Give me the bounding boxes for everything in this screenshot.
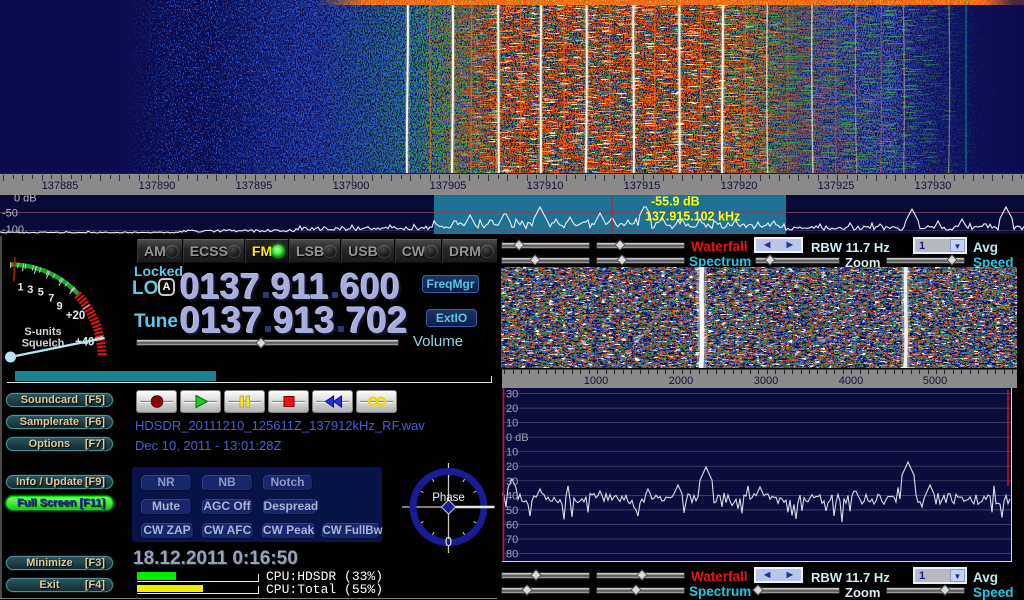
svg-text:70: 70 (506, 534, 518, 546)
svg-text:137.915.102 kHz: 137.915.102 kHz (645, 210, 740, 224)
svg-text:30: 30 (506, 389, 518, 401)
svg-text:0: 0 (445, 535, 452, 549)
svg-text:9: 9 (57, 300, 63, 312)
svg-text:20: 20 (506, 461, 518, 473)
svg-text:0 dB: 0 dB (506, 432, 529, 444)
svg-text:20: 20 (506, 403, 518, 415)
svg-text:-100: -100 (2, 224, 24, 234)
svg-text:Squelch: Squelch (22, 338, 65, 350)
svg-text:3: 3 (27, 284, 33, 296)
svg-text:10: 10 (506, 418, 518, 430)
svg-text:60: 60 (506, 520, 518, 532)
svg-text:30: 30 (506, 476, 518, 488)
svg-text:-50: -50 (2, 208, 18, 220)
svg-text:7: 7 (48, 293, 54, 305)
svg-text:-55.9 dB: -55.9 dB (651, 195, 700, 209)
svg-text:80: 80 (506, 549, 518, 561)
svg-text:50: 50 (506, 505, 518, 517)
svg-text:10: 10 (506, 447, 518, 459)
svg-text:+20: +20 (66, 310, 86, 322)
svg-text:Phase: Phase (432, 492, 465, 504)
svg-text:5: 5 (38, 287, 44, 299)
svg-text:0 dB: 0 dB (14, 195, 37, 205)
svg-text:1: 1 (17, 282, 23, 294)
svg-text:40: 40 (506, 490, 518, 502)
svg-text:S-units: S-units (24, 326, 61, 338)
